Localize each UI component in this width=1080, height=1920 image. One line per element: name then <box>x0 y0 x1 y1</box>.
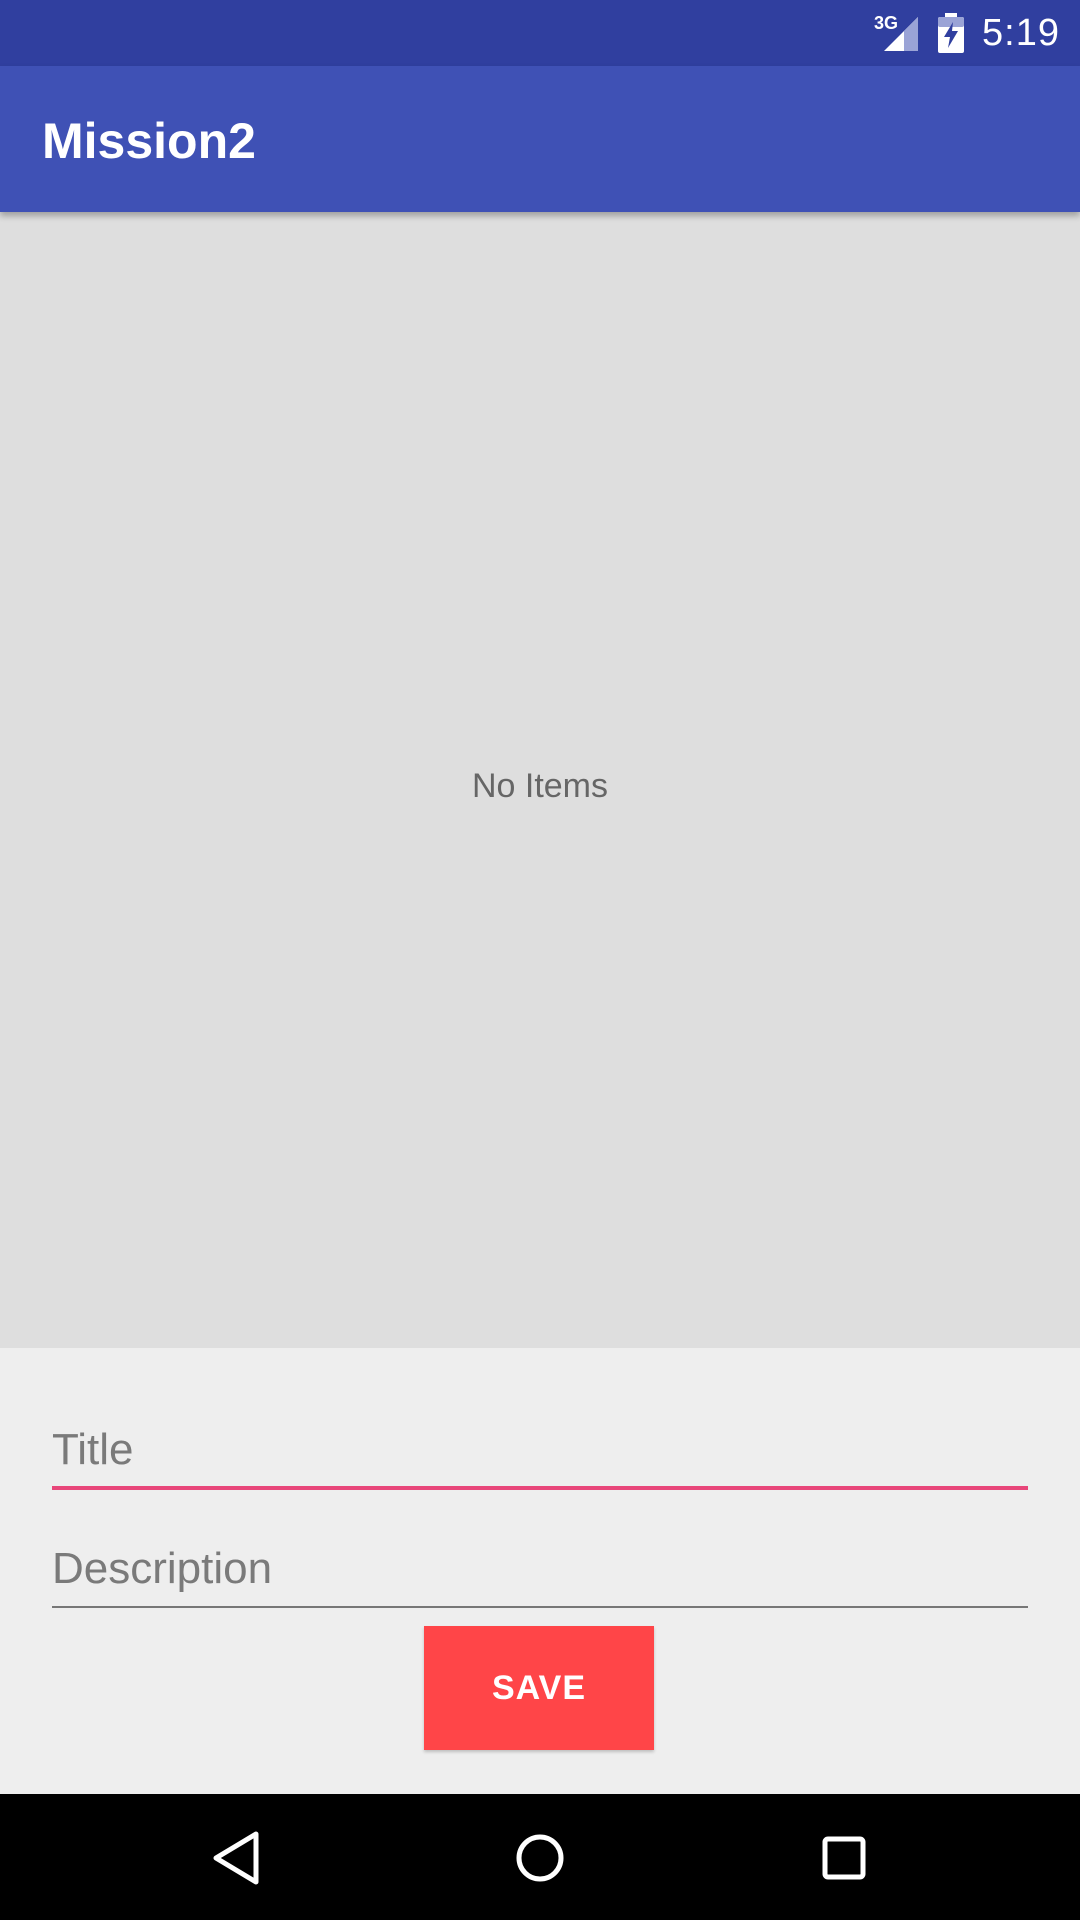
home-button[interactable] <box>502 1820 578 1896</box>
empty-list-message: No Items <box>471 766 609 805</box>
signal-indicator: 3G <box>874 13 920 53</box>
back-icon <box>213 1831 259 1885</box>
network-type-label: 3G <box>874 13 899 33</box>
app-title: Mission2 <box>42 113 256 169</box>
new-item-form: SAVE <box>0 1348 1080 1794</box>
recents-icon <box>822 1836 866 1880</box>
status-clock: 5:19 <box>982 11 1060 54</box>
battery-charging-icon <box>938 13 965 53</box>
back-button[interactable] <box>198 1820 274 1896</box>
items-list[interactable]: No Items <box>0 212 1080 1348</box>
title-input[interactable] <box>52 1420 1028 1490</box>
status-icons: 3G 5:19 <box>874 0 1060 66</box>
home-icon <box>516 1834 564 1882</box>
status-bar: 3G 5:19 <box>0 0 1080 66</box>
description-input[interactable] <box>52 1538 1028 1608</box>
recents-button[interactable] <box>806 1820 882 1896</box>
save-button[interactable]: SAVE <box>424 1626 654 1750</box>
app-bar: Mission2 <box>0 66 1080 212</box>
navigation-bar <box>0 1794 1080 1920</box>
